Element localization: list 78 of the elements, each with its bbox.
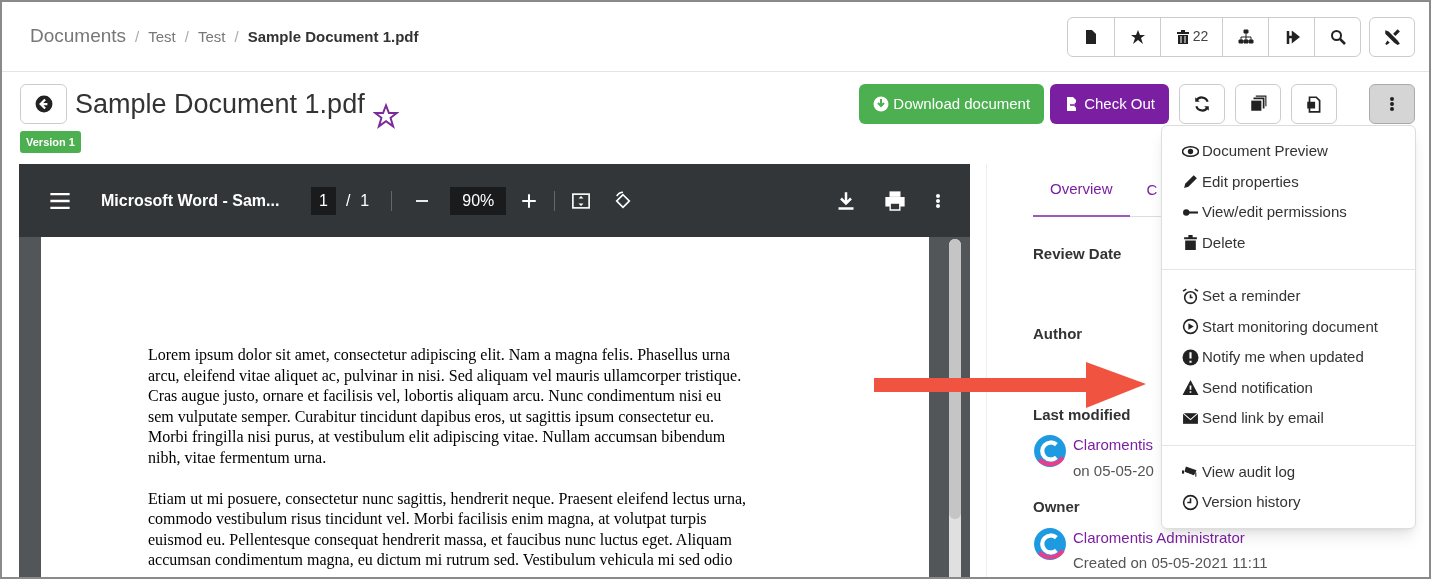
- play-circle-icon: [1182, 318, 1199, 336]
- date-text: Created on 05-05-2021 11:11: [1073, 553, 1268, 573]
- breadcrumb-link[interactable]: Documents: [30, 22, 127, 51]
- tools-button[interactable]: [1369, 16, 1415, 57]
- pdf-paragraph: Etiam ut mi posuere, consectetur nunc sagittis, hendrerit neque. Praesent eleifend lectus urna, commodo vestibulum risus tincidunt vel. Morbi facilisis enim magna, at volutpat turpis euismod eu. Pellentesque consequat hendrerit massa, et faucibus nunc luctus eget. Aliquam accumsan condimentum magna, eu dictum mi rutrum sed. Vestibulum vehicula mi sed odio: [148, 488, 748, 571]
- menu-item[interactable]: Notify me when updated: [1162, 342, 1415, 373]
- boxes-button[interactable]: [1235, 84, 1281, 124]
- property-label: Last modified: [1033, 404, 1131, 425]
- menu-item[interactable]: Set a reminder: [1162, 281, 1415, 312]
- search-icon: [1329, 28, 1346, 45]
- breadcrumb-link[interactable]: Test: [148, 26, 176, 49]
- star-icon: [1129, 28, 1146, 45]
- check-out-button[interactable]: Check Out: [1050, 84, 1169, 124]
- breadcrumb-current: Sample Document 1.pdf: [247, 27, 419, 48]
- minus-icon: [414, 199, 431, 202]
- back-button[interactable]: [20, 84, 67, 125]
- zoom-out-button[interactable]: [414, 199, 431, 202]
- breadcrumb-link[interactable]: Test: [197, 26, 226, 49]
- property-label: Review Date: [1033, 243, 1122, 264]
- zoom-in-button[interactable]: [520, 191, 539, 210]
- clock-icon: [1182, 493, 1199, 511]
- plus-icon: [520, 191, 539, 210]
- tools-icon: [1383, 27, 1401, 46]
- fit-page-icon: [571, 190, 592, 211]
- pdf-file-button[interactable]: [1291, 84, 1337, 124]
- menu-item[interactable]: View audit log: [1162, 456, 1415, 487]
- trash-icon: [1182, 234, 1199, 252]
- zoom-field[interactable]: 90%: [450, 186, 507, 215]
- pdf-file-icon: [1305, 95, 1323, 113]
- breadcrumb-separator: /: [184, 27, 189, 48]
- more-icon: [1390, 96, 1394, 112]
- file-icon: [1083, 28, 1099, 45]
- exclamation-icon: [1182, 348, 1199, 366]
- print-button[interactable]: [884, 189, 906, 212]
- user-link[interactable]: Claromentis: [1073, 434, 1154, 457]
- menu-item[interactable]: Document Preview: [1162, 136, 1415, 167]
- menu-item[interactable]: Send notification: [1162, 372, 1415, 403]
- version-badge: Version 1: [20, 130, 81, 153]
- property-label: Owner: [1033, 497, 1080, 517]
- warning-icon: [1182, 379, 1199, 397]
- refresh-icon: [1193, 95, 1211, 113]
- menu-item[interactable]: Send link by email: [1162, 403, 1415, 434]
- fit-page-button[interactable]: [571, 190, 592, 211]
- scrollbar-thumb[interactable]: [949, 239, 961, 519]
- avatar-icon: [1033, 526, 1067, 561]
- favorite-star[interactable]: [372, 102, 399, 129]
- document-title: Sample Document 1.pdf: [75, 88, 365, 121]
- menu-item[interactable]: Delete: [1162, 227, 1415, 258]
- breadcrumb-separator: /: [135, 27, 140, 48]
- star-icon: [372, 102, 399, 129]
- more-icon: [936, 192, 940, 209]
- viewer-more-button[interactable]: [936, 192, 940, 209]
- boxes-icon: [1249, 95, 1267, 113]
- menu-item[interactable]: Version history: [1162, 487, 1415, 518]
- trash-icon: [1174, 28, 1191, 45]
- property-label: Author: [1033, 324, 1083, 344]
- tab[interactable]: Overview: [1033, 176, 1130, 217]
- pdf-paragraph: Lorem ipsum dolor sit amet, consectetur adipiscing elit. Nam a magna felis. Phasellus urna arcu, eleifend vitae aliquet ac, pulvinar in nisi. Sed aliquam vel mauris ullamcorper tristique. Cras augue justo, ornare et facilisis vel, lobortis aliquam arcu. Nunc condimentum nisi eu sem vulputate semper. Curabitur tincidunt dapibus eros, ut sagittis ipsum consectetur eu. Morbi fringilla nisi purus, at vestibulum elit adipiscing vitae. Nullam accumsan bibendum nibh, vitae fermentum urna.: [148, 345, 743, 468]
- viewer-file-title: Microsoft Word - Sam...: [101, 190, 281, 211]
- sitemap-icon: [1237, 28, 1254, 45]
- back-icon: [34, 95, 53, 114]
- page-separator: /: [345, 190, 351, 211]
- trash-count: 22: [1192, 27, 1209, 46]
- breadcrumb-separator: /: [234, 27, 239, 48]
- user-link[interactable]: Claromentis Administrator: [1073, 526, 1268, 549]
- download-icon: [836, 190, 856, 211]
- viewer-download-button[interactable]: [836, 190, 856, 211]
- print-icon: [884, 189, 906, 212]
- avatar-icon: [1033, 434, 1067, 468]
- menu-item[interactable]: Start monitoring document: [1162, 311, 1415, 342]
- page-number-field[interactable]: 1: [311, 186, 336, 215]
- refresh-button[interactable]: [1179, 84, 1225, 124]
- page-count: 1: [360, 190, 370, 211]
- alarm-clock-icon: [1182, 287, 1199, 305]
- pencil-icon: [1182, 173, 1199, 191]
- date-text: on 05-05-20: [1073, 460, 1154, 481]
- scrollbar-track[interactable]: [949, 239, 961, 577]
- download-icon: [873, 96, 890, 112]
